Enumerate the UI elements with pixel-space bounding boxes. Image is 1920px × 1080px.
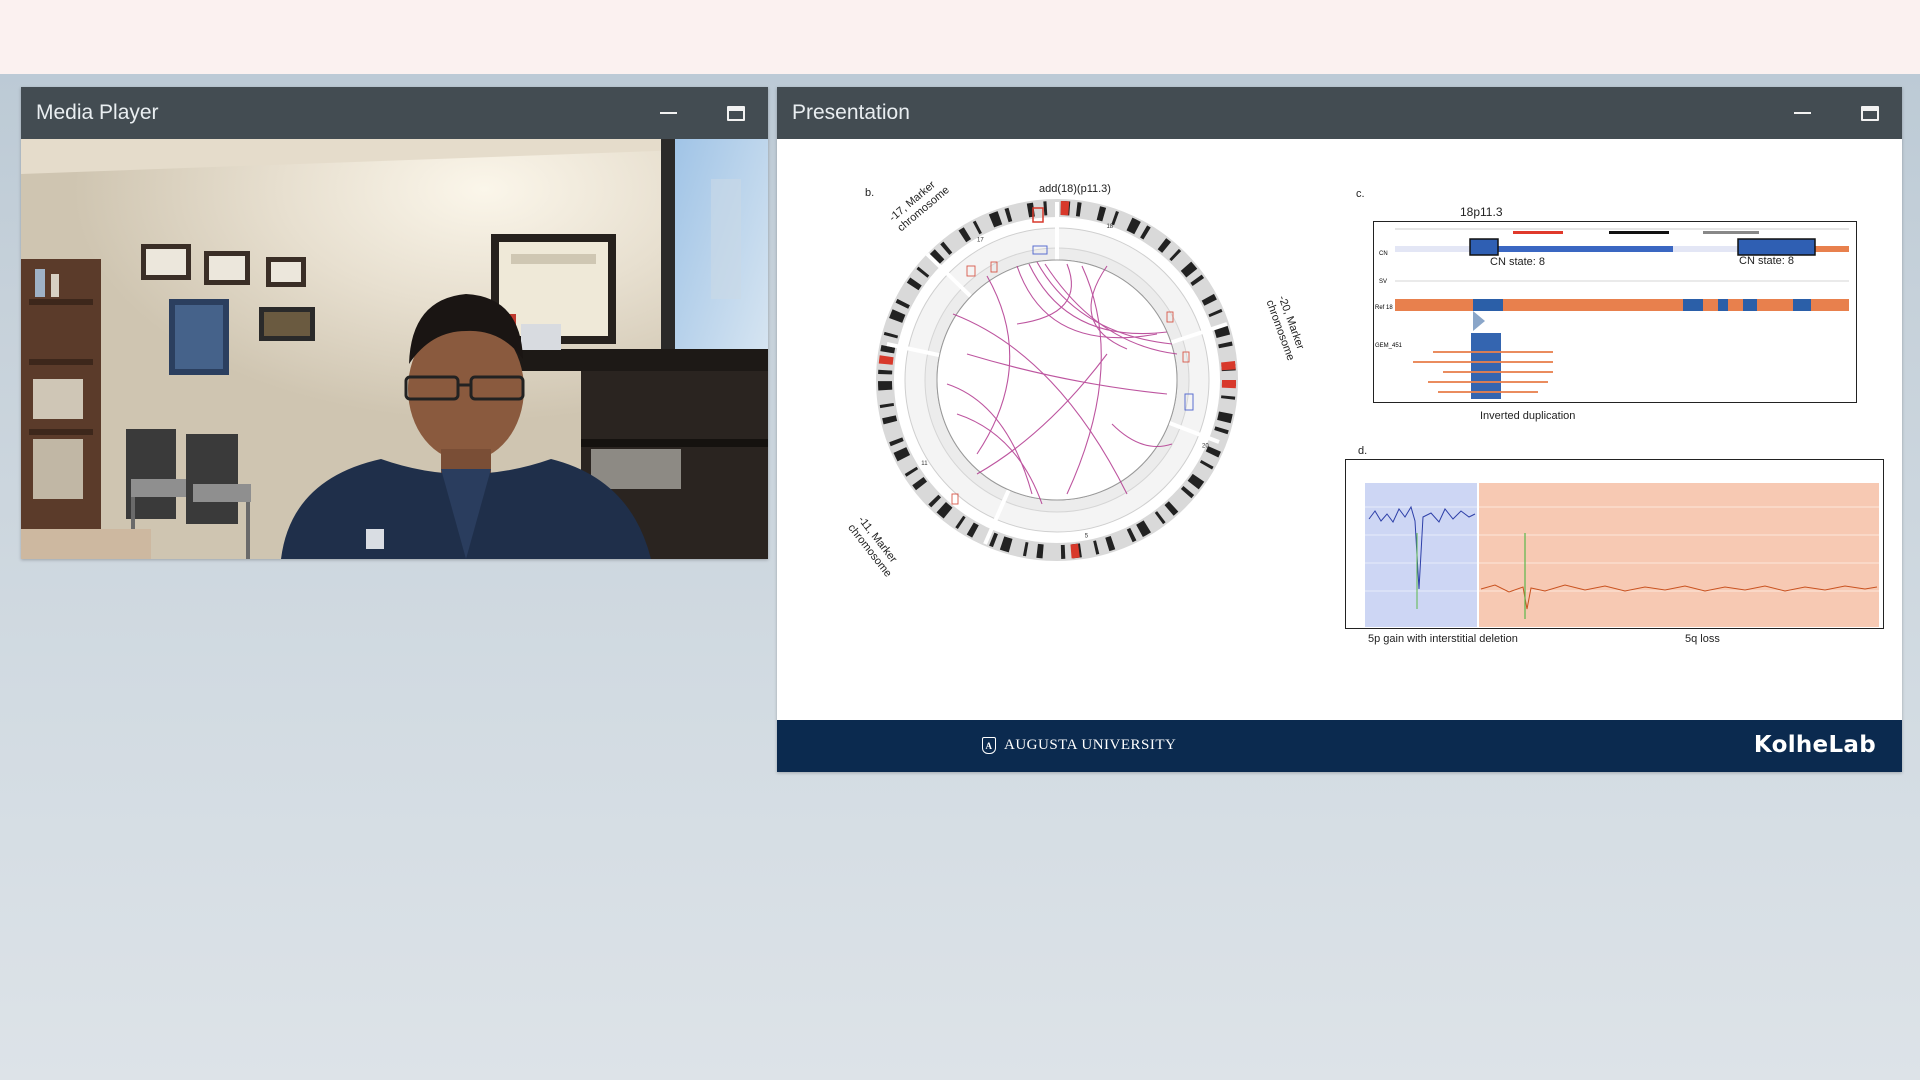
university-name: AUGUSTA UNIVERSITY — [1004, 737, 1177, 753]
slide-footer: A AUGUSTA UNIVERSITY KolheLab — [777, 720, 1902, 772]
inverted-duplication-label: Inverted duplication — [1480, 410, 1576, 422]
gain-caption: 5p gain with interstitial deletion — [1368, 633, 1518, 645]
slide-content: b. add(18)(p11.3) -17, Marker chromosome… — [777, 139, 1902, 720]
track-cn: CN — [1379, 251, 1388, 257]
media-player-header: Media Player — [21, 87, 768, 139]
minimize-button[interactable] — [651, 96, 685, 130]
video-feed[interactable] — [21, 139, 768, 559]
lab-name: KolheLab — [1753, 732, 1876, 758]
panel-d-label: d. — [1358, 445, 1368, 457]
video-frame — [21, 139, 768, 559]
augusta-university-logo: A AUGUSTA UNIVERSITY — [982, 737, 1176, 754]
maximize-icon — [727, 105, 745, 121]
track-gem: GEM_451 — [1375, 343, 1403, 349]
chromosome-label-18: 18 — [1106, 224, 1113, 230]
panel-c-label: c. — [1356, 188, 1365, 200]
presentation-title: Presentation — [792, 101, 910, 124]
track-ref: Ref 18 — [1375, 305, 1393, 311]
minimize-button[interactable] — [1785, 96, 1819, 130]
copy-number-plot — [1345, 459, 1884, 629]
region-18p11-label: 18p11.3 — [1460, 205, 1503, 219]
chromosome-label-5: 5 — [1085, 534, 1089, 540]
chromosome-label-17: 17 — [977, 237, 984, 243]
minimize-icon — [659, 112, 677, 114]
cnv-detail-panel: CN SV Ref 18 GEM_451 — [1373, 221, 1857, 403]
top-bar — [0, 0, 1920, 74]
maximize-button[interactable] — [719, 96, 753, 130]
cn-state-right: CN state: 8 — [1739, 255, 1795, 267]
circos-plot: 18 17 20 11 5 — [876, 199, 1238, 561]
media-player-window: Media Player — [21, 87, 768, 559]
maximize-button[interactable] — [1853, 96, 1887, 130]
presentation-window: Presentation b. add(18)(p11.3) -17, Mark… — [777, 87, 1902, 772]
media-player-title: Media Player — [36, 101, 159, 124]
track-sv: SV — [1379, 279, 1387, 285]
chromosome-label-11: 11 — [921, 461, 928, 467]
presentation-header: Presentation — [777, 87, 1902, 139]
cn-state-left: CN state: 8 — [1490, 256, 1546, 268]
shield-icon: A — [982, 737, 996, 754]
chromosome-label-20: 20 — [1202, 444, 1209, 450]
loss-caption: 5q loss — [1685, 633, 1720, 645]
marker-20-label: -20, Marker chromosome — [1263, 294, 1307, 363]
minimize-icon — [1793, 112, 1811, 114]
maximize-icon — [1861, 105, 1879, 121]
